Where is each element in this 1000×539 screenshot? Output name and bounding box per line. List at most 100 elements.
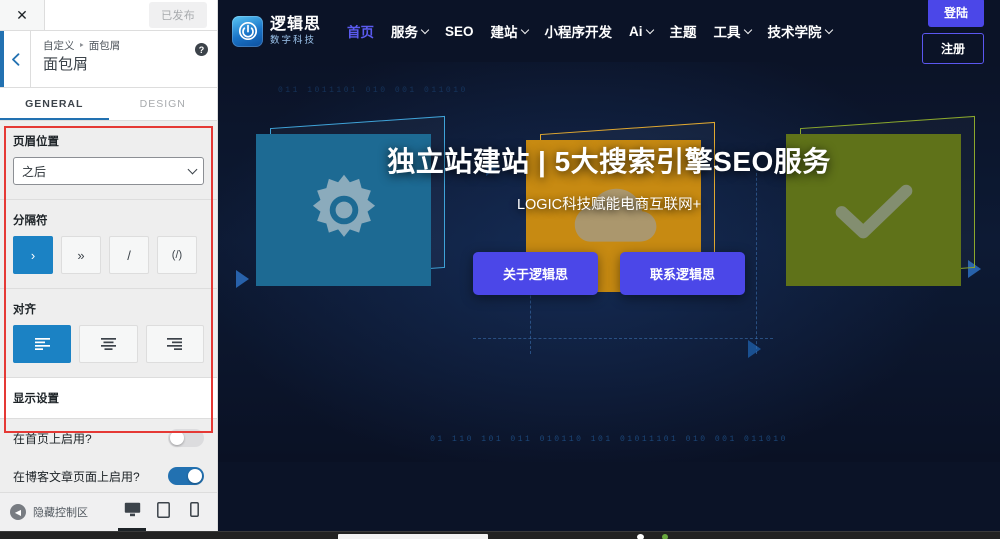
tab-design[interactable]: DESIGN bbox=[109, 88, 218, 120]
alignment-option-right[interactable] bbox=[145, 325, 204, 363]
display-settings-label: 显示设置 bbox=[13, 393, 59, 405]
hero-section: 011 1011101 010 001 011010 独立站建站 | 5大搜索引… bbox=[218, 62, 1000, 462]
nav-label: 小程序开发 bbox=[544, 25, 613, 40]
alignment-button-group bbox=[13, 325, 204, 363]
align-right-icon bbox=[167, 338, 183, 350]
toggle-label-blogpost: 在博客文章页面上启用? bbox=[13, 469, 140, 484]
align-center-icon bbox=[100, 338, 116, 350]
mobile-icon bbox=[189, 502, 199, 517]
logo-text: 逻辑思 数字科技 bbox=[270, 15, 322, 46]
breadcrumb-current: 面包屑 bbox=[88, 40, 121, 52]
taskbar-indicator-white bbox=[637, 534, 644, 539]
page-title: 面包屑 bbox=[43, 56, 89, 73]
toggle-homepage-switch[interactable] bbox=[168, 429, 204, 447]
customizer-footer: ◀ 隐藏控制区 bbox=[0, 492, 217, 531]
toggle-blogpost-switch[interactable] bbox=[168, 467, 204, 485]
panel-body: 页眉位置 之后 分隔符 › » / (/) 对齐 显示设置 在首页上启用? 在博… bbox=[0, 121, 217, 531]
separator-option-paren-slash[interactable]: (/) bbox=[157, 236, 197, 274]
register-button[interactable]: 注册 bbox=[921, 33, 984, 64]
nav-label: 主题 bbox=[669, 25, 697, 40]
nav-label: 首页 bbox=[347, 25, 375, 40]
customizer-header: 自定义 ‣ 面包屑 面包屑 ? bbox=[0, 31, 217, 88]
control-separator: 分隔符 › » / (/) bbox=[0, 200, 217, 289]
tablet-icon bbox=[156, 501, 170, 518]
nav-item-seo[interactable]: SEO bbox=[445, 24, 474, 39]
customizer-topbar: ✕ 已发布 bbox=[0, 0, 217, 31]
breadcrumb: 自定义 ‣ 面包屑 bbox=[43, 39, 191, 53]
customizer-panel: ✕ 已发布 自定义 ‣ 面包屑 面包屑 ? GENERAL DESIGN 页眉位… bbox=[0, 0, 218, 531]
nav-item-academy[interactable]: 技术学院 bbox=[767, 21, 833, 41]
nav-item-sitebuild[interactable]: 建站 bbox=[491, 21, 529, 41]
control-alignment: 对齐 bbox=[0, 289, 217, 378]
nav-item-miniprogram[interactable]: 小程序开发 bbox=[545, 21, 613, 41]
taskbar-search-field[interactable] bbox=[338, 534, 488, 539]
separator-option-double-chevron[interactable]: » bbox=[61, 236, 101, 274]
nav-item-home[interactable]: 首页 bbox=[347, 21, 374, 41]
nav-item-tools[interactable]: 工具 bbox=[713, 21, 752, 41]
chevron-down-icon bbox=[420, 25, 430, 34]
dashed-line-3 bbox=[473, 338, 773, 339]
alignment-option-center[interactable] bbox=[79, 325, 138, 363]
device-mobile-button[interactable] bbox=[180, 493, 208, 531]
device-preview-group bbox=[118, 493, 208, 531]
nav-item-themes[interactable]: 主题 bbox=[670, 21, 697, 41]
site-preview: 逻辑思 数字科技 首页 服务 SEO 建站 小程序开发 Ai 主题 工具 技术学… bbox=[218, 0, 1000, 531]
hero-title: 独立站建站 | 5大搜索引擎SEO服务 bbox=[387, 146, 831, 177]
panel-tabs: GENERAL DESIGN bbox=[0, 88, 217, 121]
toggle-label-homepage: 在首页上启用? bbox=[13, 431, 92, 446]
hero-about-button[interactable]: 关于逻辑思 bbox=[472, 252, 598, 295]
control-header-position: 页眉位置 之后 bbox=[0, 121, 217, 200]
published-badge: 已发布 bbox=[149, 2, 207, 28]
breadcrumb-parent[interactable]: 自定义 bbox=[43, 40, 75, 52]
nav-label: 技术学院 bbox=[767, 25, 822, 40]
taskbar-indicator-green bbox=[662, 534, 668, 539]
nav-item-services[interactable]: 服务 bbox=[391, 21, 430, 41]
site-navbar: 逻辑思 数字科技 首页 服务 SEO 建站 小程序开发 Ai 主题 工具 技术学… bbox=[218, 0, 1000, 64]
triangle-decoration-bottom bbox=[748, 340, 761, 358]
desktop-icon bbox=[124, 502, 140, 517]
site-nav-items: 首页 服务 SEO 建站 小程序开发 Ai 主题 工具 技术学院 bbox=[347, 21, 833, 41]
chevron-down-icon bbox=[187, 164, 198, 175]
separator-option-single-chevron[interactable]: › bbox=[13, 236, 53, 274]
logo-glyph bbox=[238, 21, 257, 41]
separator-button-group: › » / (/) bbox=[13, 236, 204, 274]
device-desktop-button[interactable] bbox=[118, 493, 146, 531]
login-button[interactable]: 登陆 bbox=[927, 0, 984, 27]
screen-root: ✕ 已发布 自定义 ‣ 面包屑 面包屑 ? GENERAL DESIGN 页眉位… bbox=[0, 0, 1000, 539]
back-button[interactable] bbox=[0, 31, 31, 87]
control-display-settings[interactable]: 显示设置 bbox=[0, 378, 217, 419]
close-icon[interactable]: ✕ bbox=[0, 0, 45, 30]
hero-contact-button[interactable]: 联系逻辑思 bbox=[620, 252, 746, 295]
alignment-option-left[interactable] bbox=[13, 325, 72, 363]
header-position-value: 之后 bbox=[22, 164, 47, 179]
hero-cta-group: 关于逻辑思 联系逻辑思 bbox=[218, 252, 1000, 295]
chevron-left-icon bbox=[11, 52, 19, 66]
toggle-knob bbox=[170, 431, 184, 445]
nav-label: SEO bbox=[445, 23, 474, 39]
nav-label: 工具 bbox=[713, 25, 741, 40]
device-tablet-button[interactable] bbox=[149, 493, 177, 531]
nav-label: 服务 bbox=[391, 25, 419, 40]
binary-decoration-bottom: 01 110 101 011 010110 101 01011101 010 0… bbox=[430, 435, 788, 444]
chevron-down-icon bbox=[520, 25, 529, 34]
caret-left-icon: ◀ bbox=[10, 504, 26, 520]
site-logo[interactable]: 逻辑思 数字科技 bbox=[232, 15, 322, 47]
panel-title-wrap: 自定义 ‣ 面包屑 面包屑 bbox=[31, 31, 217, 87]
help-icon[interactable]: ? bbox=[195, 43, 208, 56]
collapse-sidebar-button[interactable]: ◀ 隐藏控制区 bbox=[10, 504, 88, 520]
logo-title: 逻辑思 bbox=[270, 15, 322, 33]
chevron-down-icon bbox=[645, 25, 654, 34]
separator-option-slash[interactable]: / bbox=[109, 236, 149, 274]
panel-scroll[interactable]: 页眉位置 之后 分隔符 › » / (/) 对齐 显示设置 在首页上启用? 在博… bbox=[0, 121, 217, 531]
separator-label: 分隔符 bbox=[13, 215, 48, 227]
binary-decoration-top: 011 1011101 010 001 011010 bbox=[278, 86, 468, 95]
collapse-label: 隐藏控制区 bbox=[33, 507, 88, 519]
chevron-down-icon bbox=[824, 25, 833, 34]
logo-mark-icon bbox=[232, 15, 263, 47]
nav-item-ai[interactable]: Ai bbox=[629, 24, 654, 39]
header-position-select[interactable]: 之后 bbox=[13, 157, 204, 185]
breadcrumb-separator: ‣ bbox=[78, 40, 85, 52]
os-taskbar bbox=[0, 531, 1000, 539]
chevron-down-icon bbox=[743, 25, 752, 34]
tab-general[interactable]: GENERAL bbox=[0, 88, 109, 120]
